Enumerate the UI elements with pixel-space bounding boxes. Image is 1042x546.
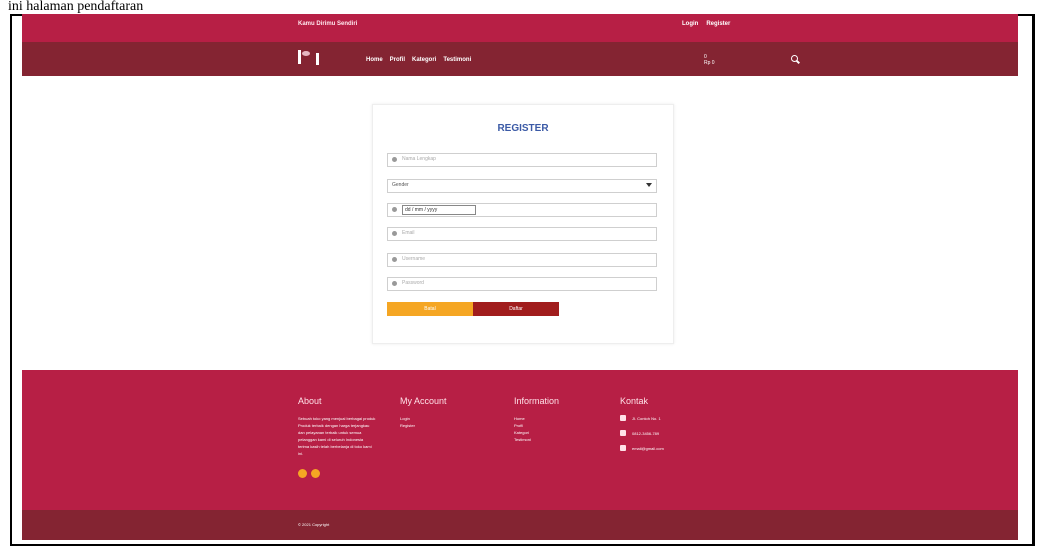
chevron-down-icon (646, 183, 652, 187)
gender-select[interactable]: Gender (387, 179, 657, 193)
footer-information: Information Home Profil Kategori Testimo… (514, 396, 594, 443)
email-icon (620, 445, 626, 451)
footer-link-testimoni[interactable]: Testimoni (514, 436, 594, 443)
nav-item-kategori[interactable]: Kategori (412, 57, 436, 63)
nav-menu: Home Profil Kategori Testimoni (366, 57, 471, 63)
site-brand[interactable]: Kamu Dirimu Sendiri (298, 21, 357, 27)
email-icon (392, 231, 397, 236)
cancel-button[interactable]: Batal (387, 302, 473, 316)
location-icon (620, 415, 626, 421)
nav-item-profil[interactable]: Profil (390, 57, 405, 63)
nav-item-testimoni[interactable]: Testimoni (443, 57, 471, 63)
calendar-icon (392, 207, 397, 212)
footer-register-link[interactable]: Register (400, 422, 480, 429)
footer: About Sebuah toko yang menjual berbagai … (22, 370, 1018, 510)
contact-phone: 0812-3456-789 (632, 430, 660, 436)
password-field[interactable]: Password (387, 277, 657, 291)
register-link[interactable]: Register (706, 21, 730, 27)
main-navbar: Home Profil Kategori Testimoni 0 Rp 0 (22, 42, 1018, 76)
lock-icon (392, 281, 397, 286)
logo[interactable] (298, 50, 322, 68)
cart-summary[interactable]: 0 Rp 0 (704, 54, 715, 66)
footer-account-title: My Account (400, 396, 447, 406)
instagram-icon[interactable] (311, 469, 320, 478)
social-links (298, 469, 388, 478)
footer-link-profil[interactable]: Profil (514, 422, 594, 429)
contact-email[interactable]: email@gmail.com (632, 446, 664, 451)
footer-contact-title: Kontak (620, 396, 649, 406)
cart-total: Rp 0 (704, 60, 715, 66)
login-link[interactable]: Login (682, 21, 698, 27)
copyright-text: © 2021 Copyright (298, 522, 330, 527)
footer-about-title: About (298, 396, 322, 406)
footer-account: My Account Login Register (400, 396, 480, 429)
footer-info-title: Information (514, 396, 560, 406)
date-input[interactable]: dd / mm / yyyy (402, 205, 476, 215)
footer-login-link[interactable]: Login (400, 415, 480, 422)
auth-links: Login Register (682, 21, 730, 27)
top-bar: Kamu Dirimu Sendiri Login Register (22, 14, 1018, 42)
username-field[interactable]: Username (387, 253, 657, 267)
user-icon (392, 157, 397, 162)
register-title: REGISTER (497, 123, 549, 134)
email-field[interactable]: Email (387, 227, 657, 241)
website-page: Kamu Dirimu Sendiri Login Register Home … (22, 14, 1018, 540)
contact-address: Jl. Contoh No. 1 (632, 415, 661, 421)
birthdate-field[interactable]: dd / mm / yyyy (387, 203, 657, 217)
page-caption: ini halaman pendaftaran (8, 0, 144, 14)
footer-link-kategori[interactable]: Kategori (514, 429, 594, 436)
footer-bottom-bar: © 2021 Copyright (22, 510, 1018, 540)
phone-icon (620, 430, 626, 436)
footer-about: About Sebuah toko yang menjual berbagai … (298, 396, 388, 478)
facebook-icon[interactable] (298, 469, 307, 478)
footer-link-home[interactable]: Home (514, 415, 594, 422)
footer-contact: Kontak Jl. Contoh No. 1 0812-3456-789 em… (620, 396, 740, 460)
search-icon[interactable] (790, 54, 800, 64)
submit-button[interactable]: Daftar (473, 302, 559, 316)
fullname-field[interactable]: Nama Lengkap (387, 153, 657, 167)
register-card: REGISTER Nama Lengkap Gender dd / mm / y… (372, 104, 674, 344)
user-icon (392, 257, 397, 262)
nav-item-home[interactable]: Home (366, 57, 383, 63)
